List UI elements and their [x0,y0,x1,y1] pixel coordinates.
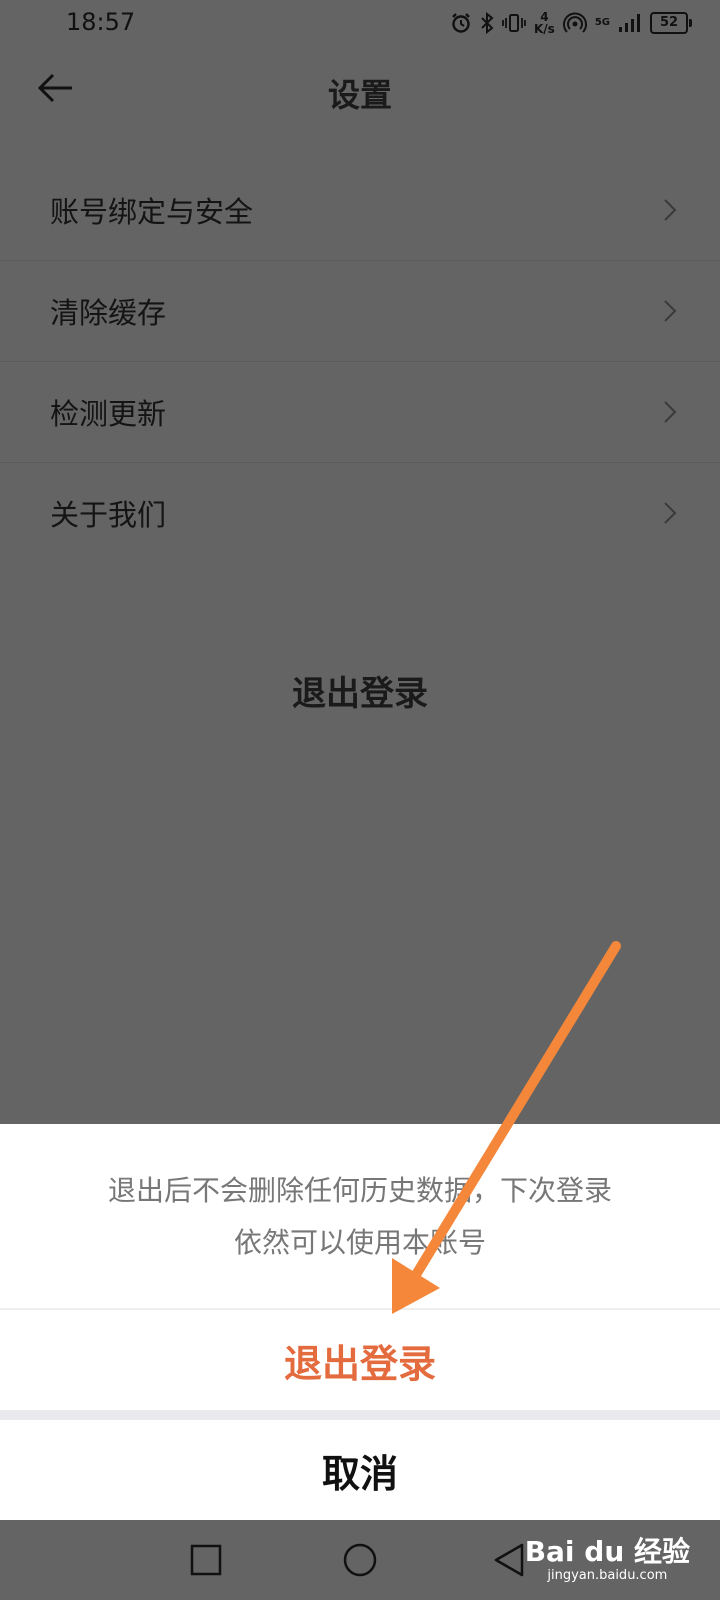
menu-item-account-security[interactable]: 账号绑定与安全 [0,160,720,261]
chevron-right-icon [664,199,677,221]
signal-badge: 5G [594,17,610,28]
dialog-message-line2: 依然可以使用本账号 [233,1226,486,1259]
dialog-message: 退出后不会删除任何历史数据，下次登录 依然可以使用本账号 [0,1126,720,1308]
logout-button[interactable]: 退出登录 [0,640,720,740]
page-title: 设置 [327,76,392,114]
dialog-message-line1: 退出后不会删除任何历史数据，下次登录 [107,1174,612,1207]
menu-item-clear-cache[interactable]: 清除缓存 [0,261,720,362]
status-bar: 18:57 4 K/s 5G 52 [0,0,720,46]
chevron-right-icon [664,300,677,322]
menu-item-label: 检测更新 [50,397,167,431]
confirm-logout-button[interactable]: 退出登录 [0,1310,720,1410]
watermark-main: Bai du 经验 [524,1535,690,1568]
settings-menu: 账号绑定与安全 清除缓存 检测更新 关于我们 [0,160,720,580]
status-icons: 4 K/s 5G 52 [450,8,692,38]
bluetooth-icon [481,12,494,34]
menu-item-check-update[interactable]: 检测更新 [0,362,720,463]
menu-item-about-us[interactable]: 关于我们 [0,463,720,563]
circle-home-icon[interactable] [340,1540,380,1580]
signal-icon [619,14,640,32]
cancel-button[interactable]: 取消 [0,1420,720,1520]
alarm-icon [452,13,470,33]
sheet-gap [0,1410,720,1420]
baidu-jingyan-watermark: Bai du 经验 jingyan.baidu.com [525,1530,690,1583]
status-time: 18:57 [66,8,136,36]
menu-item-label: 账号绑定与安全 [50,195,254,229]
watermark-sub: jingyan.baidu.com [547,1568,668,1583]
square-recents-icon[interactable] [186,1540,226,1580]
hotspot-icon [562,12,587,33]
menu-item-label: 清除缓存 [50,296,167,330]
menu-item-label: 关于我们 [50,498,167,532]
vibrate-icon [502,14,526,32]
battery-icon: 52 [650,12,692,34]
chevron-right-icon [664,401,677,423]
app-bar: 设置 [0,46,720,136]
navigation-bar: Bai du 经验 jingyan.baidu.com [0,1520,720,1600]
network-speed: 4 K/s [534,11,555,35]
network-speed-unit: K/s [534,22,555,36]
chevron-right-icon [664,502,677,524]
